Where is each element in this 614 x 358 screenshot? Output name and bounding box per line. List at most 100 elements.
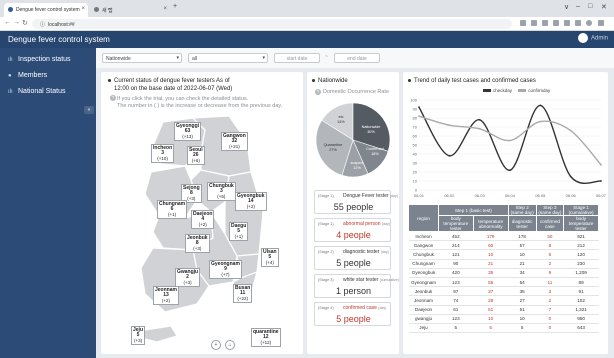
back-icon[interactable]: ← [4,19,11,26]
data-point-confirmday[interactable] [539,120,542,123]
sidebar-item-inspection-status[interactable]: ılı Inspection status [8,56,71,63]
region-label-gyeongnam[interactable]: Gyeongnam 9 (+7) [209,260,242,279]
data-point-confirmday[interactable] [478,127,481,130]
map-zoom-in-icon[interactable]: + [211,340,221,350]
data-point-confirmday[interactable] [569,129,572,132]
avatar-icon [577,33,588,43]
region-label-chungnam[interactable]: Chungnam 6 (+1) [157,200,188,219]
data-point-checkday[interactable] [448,154,451,157]
x-tick-label: 06.05 [535,193,546,198]
table-row[interactable]: Daejeon 61 51 51 7 1,321 [408,305,599,315]
main-content: Nationwide ▾ all ▾ start date ~ end date C… [96,48,614,358]
stat-dengue-tester: (Stage 1) Dengue Fever tester (day) 55 p… [314,190,398,214]
table-row[interactable]: Gyeongbuk 420 35 34 9 1,209 [408,268,599,278]
region-label-gwangju[interactable]: Gwangju 2 (+3) [175,268,201,287]
pie-label-quarantine: Quarantine [324,143,343,147]
extension-icon[interactable] [553,20,559,26]
region-label-jeonnam[interactable]: Jeonnam 13 (+2) [153,286,179,305]
maximize-button[interactable]: □ [588,3,592,10]
map-home-icon[interactable]: ⌂ [225,340,235,350]
close-tab-icon[interactable]: × [81,6,85,12]
extension-icon[interactable] [564,20,570,26]
region-label-busan[interactable]: Busan 11 (+22) [233,284,253,303]
data-point-confirmday[interactable] [600,163,602,166]
table-row[interactable]: Gangwon 214 60 57 8 212 [408,240,599,251]
data-point-checkday[interactable] [509,169,511,172]
table-row[interactable]: Incheon 452 179 178 50 921 [408,231,599,242]
table-cell: 230 [563,259,599,269]
stat-value: 55 people [333,202,374,212]
table-row[interactable]: gwangju 123 10 10 0 950 [408,314,599,324]
nationwide-panel: Nationwide ? Domestic Occurrence Rate et… [307,72,399,354]
occurrence-pie-chart[interactable]: etc 14% Nationwide 30% Confirmed 18% sus… [307,98,399,188]
extension-icon[interactable] [575,20,581,26]
region-label-gangwon[interactable]: Gangwon 32 (+21) [221,132,248,151]
data-point-confirmday[interactable] [509,139,511,142]
table-cell: 1,209 [563,268,599,278]
browser-tab-active[interactable]: Dengue fever control system × [4,3,88,17]
table-row[interactable]: Chungbuk 121 10 10 6 120 [408,249,599,260]
table-cell: 0 [536,323,564,334]
close-window-button[interactable]: ✕ [601,3,607,11]
table-cell-region: Gyeongnam [408,277,439,288]
table-cell: 21 [473,259,509,269]
stat-white-star-tester: (Stage 3) white star tester (cumulative)… [314,274,399,298]
table-cell: 214 [438,240,474,251]
sidebar-item-national-status[interactable]: ılı National Status [8,88,65,95]
close-tab-icon[interactable]: × [163,6,167,12]
region-label-daegu[interactable]: Daegu 5 (+1) [229,222,249,241]
data-point-checkday[interactable] [418,106,420,109]
data-point-checkday[interactable] [539,104,542,107]
profile-icon[interactable] [586,20,592,26]
tab-search-icon[interactable]: ∨ [564,3,569,11]
region-label-chungbuk[interactable]: Chungbuk 3 (+5) [207,182,236,201]
share-icon[interactable] [520,20,526,26]
data-point-confirmday[interactable] [448,124,451,127]
series-line-checkday[interactable] [418,104,602,184]
reload-icon[interactable]: ↻ [22,19,28,27]
bullet-icon [408,78,411,82]
user-menu[interactable]: Admin [577,33,608,43]
region-label-daejeon[interactable]: Daejeon 4 (+2) [191,210,215,229]
table-row[interactable]: Gyeongnam 123 55 54 11 89 [408,277,599,288]
region-label-gyeonggi[interactable]: Gyeonggi 63 (+13) [174,122,202,141]
data-point-checkday[interactable] [600,180,602,182]
region-label-jeju[interactable]: Jeju 5 (+3) [131,326,146,345]
region-label-jeonbuk[interactable]: Jeonbuk 8 (+3) [185,234,210,253]
table-row[interactable]: Chungnam 90 21 21 2 230 [408,259,599,269]
data-point-checkday[interactable] [569,175,572,178]
scope-select[interactable]: all ▾ [188,53,268,63]
region-select[interactable]: Nationwide ▾ [102,53,182,63]
region-label-quarantine[interactable]: quarantine 12 (+12) [251,328,281,347]
menu-icon[interactable] [598,20,604,26]
table-cell-region: Gangwon [408,240,439,251]
pie-label-nationwide: Nationwide [362,125,381,129]
pie-pct-suspect: 12% [353,166,361,170]
region-label-seoul[interactable]: Seoul 26 (+6) [187,146,205,165]
sidebar-collapse-button[interactable]: « [84,106,94,114]
region-label-gyeongbuk[interactable]: Gyeongbuk 14 (+2) [235,192,267,211]
table-cell: 91 [563,286,599,297]
table-row[interactable]: Jeju 5 5 5 0 643 [408,323,599,334]
forward-icon[interactable]: → [13,19,20,26]
new-tab-button[interactable]: + [173,3,177,10]
bookmark-star-icon[interactable] [531,20,537,26]
region-label-ulsan[interactable]: Ulsan 5 (+4) [261,248,279,267]
url-field[interactable]: ⓘ localhost:## [32,19,512,29]
app-header: Dengue fever control system Admin [0,31,614,48]
table-cell: 35 [508,286,537,297]
table-row[interactable]: Jeonnam 74 28 27 2 102 [408,295,599,306]
nationwide-subtitle: Domestic Occurrence Rate [323,89,390,95]
trend-line-chart[interactable]: 0 10 20 30 40 50 60 70 80 90 100 06.01 06.02 06.03 06.… [403,92,608,202]
start-date-input[interactable]: start date [274,53,320,63]
sidebar-item-members[interactable]: ● Members [8,72,47,79]
minimize-button[interactable]: – [576,3,580,10]
data-point-confirmday[interactable] [418,115,420,118]
pie-pct-confirmed: 18% [371,152,379,156]
region-label-incheon[interactable]: Incheon 3 (+10) [151,144,175,163]
browser-tab-new[interactable]: 새 탭 × [90,3,170,17]
data-point-checkday[interactable] [478,118,481,121]
extension-icon[interactable] [542,20,548,26]
table-row[interactable]: Jeonbuk 97 37 35 3 91 [408,286,599,297]
end-date-input[interactable]: end date [334,53,380,63]
